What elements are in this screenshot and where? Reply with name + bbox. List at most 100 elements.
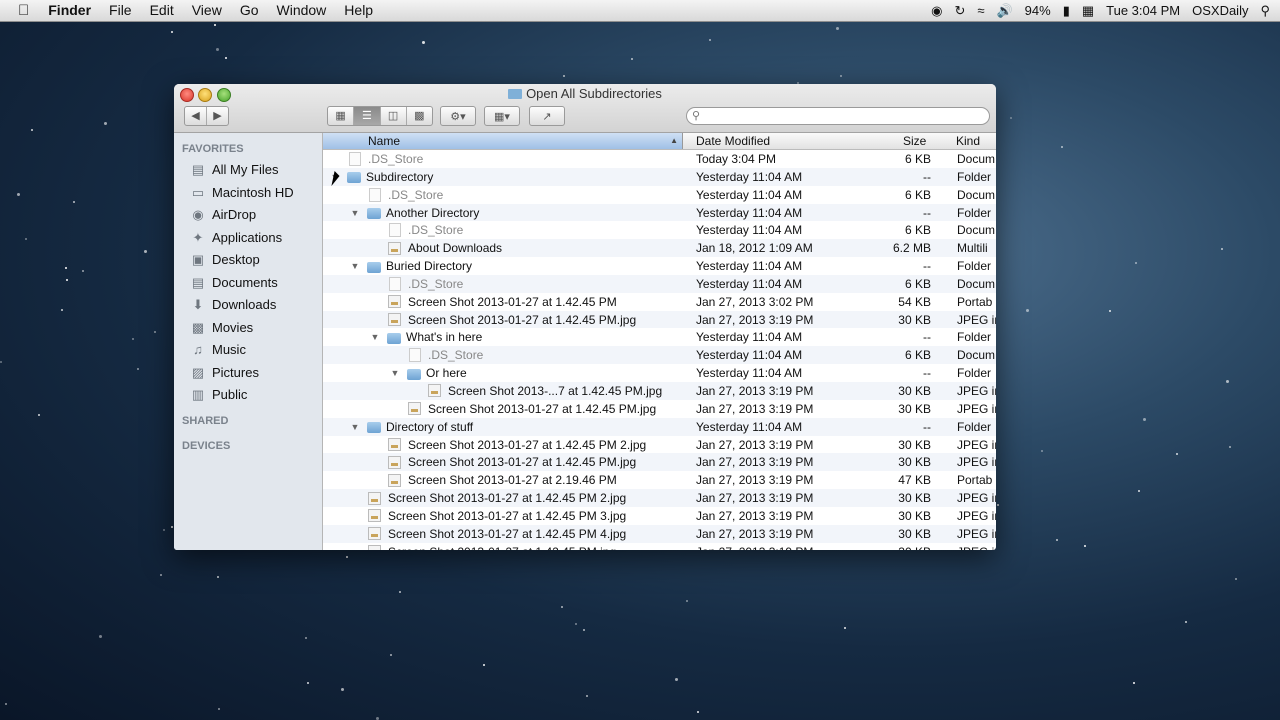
sidebar-item-movies[interactable]: ▩ Movies xyxy=(174,317,322,340)
file-row[interactable]: About Downloads Jan 18, 2012 1:09 AM 6.2 M… xyxy=(323,239,996,258)
column-view-icon[interactable]: ◫ xyxy=(381,107,407,125)
sidebar-item-downloads[interactable]: ⬇ Downloads xyxy=(174,294,322,317)
time-machine-icon[interactable]: ↻ xyxy=(948,3,971,19)
menu-clock[interactable]: Tue 3:04 PM xyxy=(1100,3,1186,18)
coverflow-view-icon[interactable]: ▩ xyxy=(407,107,432,125)
row-date: Jan 27, 2013 3:19 PM xyxy=(696,526,814,541)
title-bar[interactable]: Open All Subdirectories ◀ ▶ ▦ ☰ ◫ ▩ ⚙▾ ▦… xyxy=(174,84,996,133)
sidebar-item-music[interactable]: ♫ Music xyxy=(174,339,322,362)
row-size: -- xyxy=(923,419,931,434)
folder-row[interactable]: ▼ Buried Directory Yesterday 11:04 AM -- Fol… xyxy=(323,257,996,275)
sidebar-item-public[interactable]: ▥ Public xyxy=(174,384,322,407)
star xyxy=(399,590,402,593)
forward-button[interactable]: ▶ xyxy=(207,107,228,125)
file-row[interactable]: Screen Shot 2013-01-27 at 1.42.45 PM 2.j… xyxy=(323,436,996,454)
list-view-icon[interactable]: ☰ xyxy=(354,107,381,125)
menu-go[interactable]: Go xyxy=(231,0,268,21)
row-name: Buried Directory xyxy=(386,259,473,274)
menu-help[interactable]: Help xyxy=(335,0,382,21)
row-name-cell: .DS_Store xyxy=(389,346,744,364)
file-row[interactable]: Screen Shot 2013-01-27 at 1.42.45 PM 4.j… xyxy=(323,524,996,543)
row-size: -- xyxy=(923,366,931,381)
folder-row[interactable]: ▼ Or here Yesterday 11:04 AM -- Folder xyxy=(323,364,996,382)
file-row[interactable]: .DS_Store Yesterday 11:04 AM 6 KB Docum xyxy=(323,186,996,204)
file-row[interactable]: Screen Shot 2013-01-27 at 1.42.45 PM.jpg… xyxy=(323,400,996,418)
file-row[interactable]: Screen Shot 2013-01-27 at 1.42.45 PM 2.j… xyxy=(323,489,996,507)
search-field[interactable]: ⚲ xyxy=(686,107,990,125)
folder-row[interactable]: ▼ Subdirectory Yesterday 11:04 AM -- Folder xyxy=(323,167,996,186)
menu-window[interactable]: Window xyxy=(268,0,336,21)
disclosure-triangle-icon[interactable]: ▼ xyxy=(349,257,361,275)
icon-view-icon[interactable]: ▦ xyxy=(328,107,355,125)
file-row[interactable]: Screen Shot 2013-01-27 at 1.42.45 PM.jpg… xyxy=(323,543,996,550)
sidebar-item-airdrop[interactable]: ◉ AirDrop xyxy=(174,204,322,227)
row-name-cell: ▼ What's in here xyxy=(369,328,724,346)
file-row[interactable]: Screen Shot 2013-01-27 at 1.42.45 PM Jan … xyxy=(323,293,996,311)
file-row[interactable]: .DS_Store Yesterday 11:04 AM 6 KB Docum xyxy=(323,274,996,293)
spotlight-icon[interactable]: ⚲ xyxy=(1254,3,1280,19)
row-kind: Multili xyxy=(957,241,988,256)
row-name-cell: Screen Shot 2013-01-27 at 1.42.45 PM.jpg xyxy=(369,453,724,471)
apple-menu-icon[interactable]:  xyxy=(0,0,39,21)
file-row[interactable]: Screen Shot 2013-01-27 at 2.19.46 PM Jan … xyxy=(323,471,996,489)
file-row[interactable]: .DS_Store Yesterday 11:04 AM 6 KB Docum xyxy=(323,221,996,239)
star xyxy=(1142,417,1146,421)
folder-row[interactable]: ▼ Another Directory Yesterday 11:04 AM -- Fo… xyxy=(323,203,996,222)
star xyxy=(696,710,699,713)
menu-app-finder[interactable]: Finder xyxy=(39,0,100,21)
star xyxy=(1040,449,1043,452)
folder-row[interactable]: ▼ What's in here Yesterday 11:04 AM -- Folde… xyxy=(323,328,996,346)
row-name-cell: ▼ Buried Directory xyxy=(349,257,704,275)
sidebar-item-all-my-files[interactable]: ▤ All My Files xyxy=(174,159,322,182)
view-mode-control: ▦ ☰ ◫ ▩ xyxy=(327,106,433,126)
file-row[interactable]: Screen Shot 2013-01-27 at 1.42.45 PM 3.j… xyxy=(323,507,996,525)
search-icon: ⚲ xyxy=(692,110,701,122)
calendar-icon[interactable]: ▦ xyxy=(1076,3,1100,19)
column-kind-header[interactable]: Kind xyxy=(956,133,980,149)
arrange-button[interactable]: ▦▾ xyxy=(484,106,520,126)
file-row[interactable]: Screen Shot 2013-...7 at 1.42.45 PM.jpg J… xyxy=(323,381,996,400)
wifi-icon[interactable]: ≈ xyxy=(971,3,990,18)
row-name: Screen Shot 2013-...7 at 1.42.45 PM.jpg xyxy=(448,383,663,398)
disclosure-triangle-icon[interactable]: ▼ xyxy=(349,204,361,222)
action-gear-button[interactable]: ⚙▾ xyxy=(440,106,476,126)
eye-icon[interactable]: ◉ xyxy=(925,3,948,19)
disclosure-triangle-icon[interactable]: ▼ xyxy=(369,328,381,346)
file-row[interactable]: Screen Shot 2013-01-27 at 1.42.45 PM.jpg… xyxy=(323,453,996,472)
row-date: Jan 27, 2013 3:19 PM xyxy=(696,508,814,523)
disclosure-triangle-icon[interactable]: ▼ xyxy=(349,418,361,436)
row-name: What's in here xyxy=(406,330,483,345)
column-name-header[interactable]: Name ▲ xyxy=(323,133,683,149)
menu-file[interactable]: File xyxy=(100,0,141,21)
sidebar-item-macintosh-hd[interactable]: ▭ Macintosh HD xyxy=(174,182,322,205)
menu-view[interactable]: View xyxy=(183,0,231,21)
row-size: -- xyxy=(923,169,931,184)
sidebar-item-desktop[interactable]: ▣ Desktop xyxy=(174,249,322,272)
sidebar-item-pictures[interactable]: ▨ Pictures xyxy=(174,362,322,385)
share-button[interactable]: ↗ xyxy=(529,106,565,126)
star xyxy=(65,266,68,269)
folder-row[interactable]: ▼ Directory of stuff Yesterday 11:04 AM -- F… xyxy=(323,417,996,436)
menu-edit[interactable]: Edit xyxy=(141,0,183,21)
image-file-icon xyxy=(388,438,401,451)
battery-percent[interactable]: 94% xyxy=(1019,3,1057,18)
sidebar-item-documents[interactable]: ▤ Documents xyxy=(174,272,322,295)
row-name-cell: .DS_Store xyxy=(369,275,724,293)
file-rows: .DS_Store Today 3:04 PM 6 KB Docum ▼ Subdirec… xyxy=(323,150,996,550)
row-name: Screen Shot 2013-01-27 at 1.42.45 PM.jpg xyxy=(388,543,616,550)
file-row[interactable]: .DS_Store Today 3:04 PM 6 KB Docum xyxy=(323,150,996,168)
file-row[interactable]: Screen Shot 2013-01-27 at 1.42.45 PM.jpg… xyxy=(323,310,996,329)
back-button[interactable]: ◀ xyxy=(185,107,207,125)
star xyxy=(37,414,40,417)
sidebar-item-applications[interactable]: ✦ Applications xyxy=(174,227,322,250)
row-name: .DS_Store xyxy=(408,276,464,291)
row-kind: Docum xyxy=(957,152,996,166)
column-size-header[interactable]: Size xyxy=(903,133,926,149)
disclosure-triangle-icon[interactable]: ▼ xyxy=(389,364,401,382)
row-kind: JPEG im xyxy=(957,312,996,327)
file-row[interactable]: .DS_Store Yesterday 11:04 AM 6 KB Docum xyxy=(323,346,996,365)
volume-icon[interactable]: 🔊 xyxy=(990,3,1018,19)
column-date-header[interactable]: Date Modified xyxy=(696,133,770,149)
battery-icon[interactable]: ▮ xyxy=(1057,3,1076,19)
menu-user[interactable]: OSXDaily xyxy=(1186,3,1254,18)
